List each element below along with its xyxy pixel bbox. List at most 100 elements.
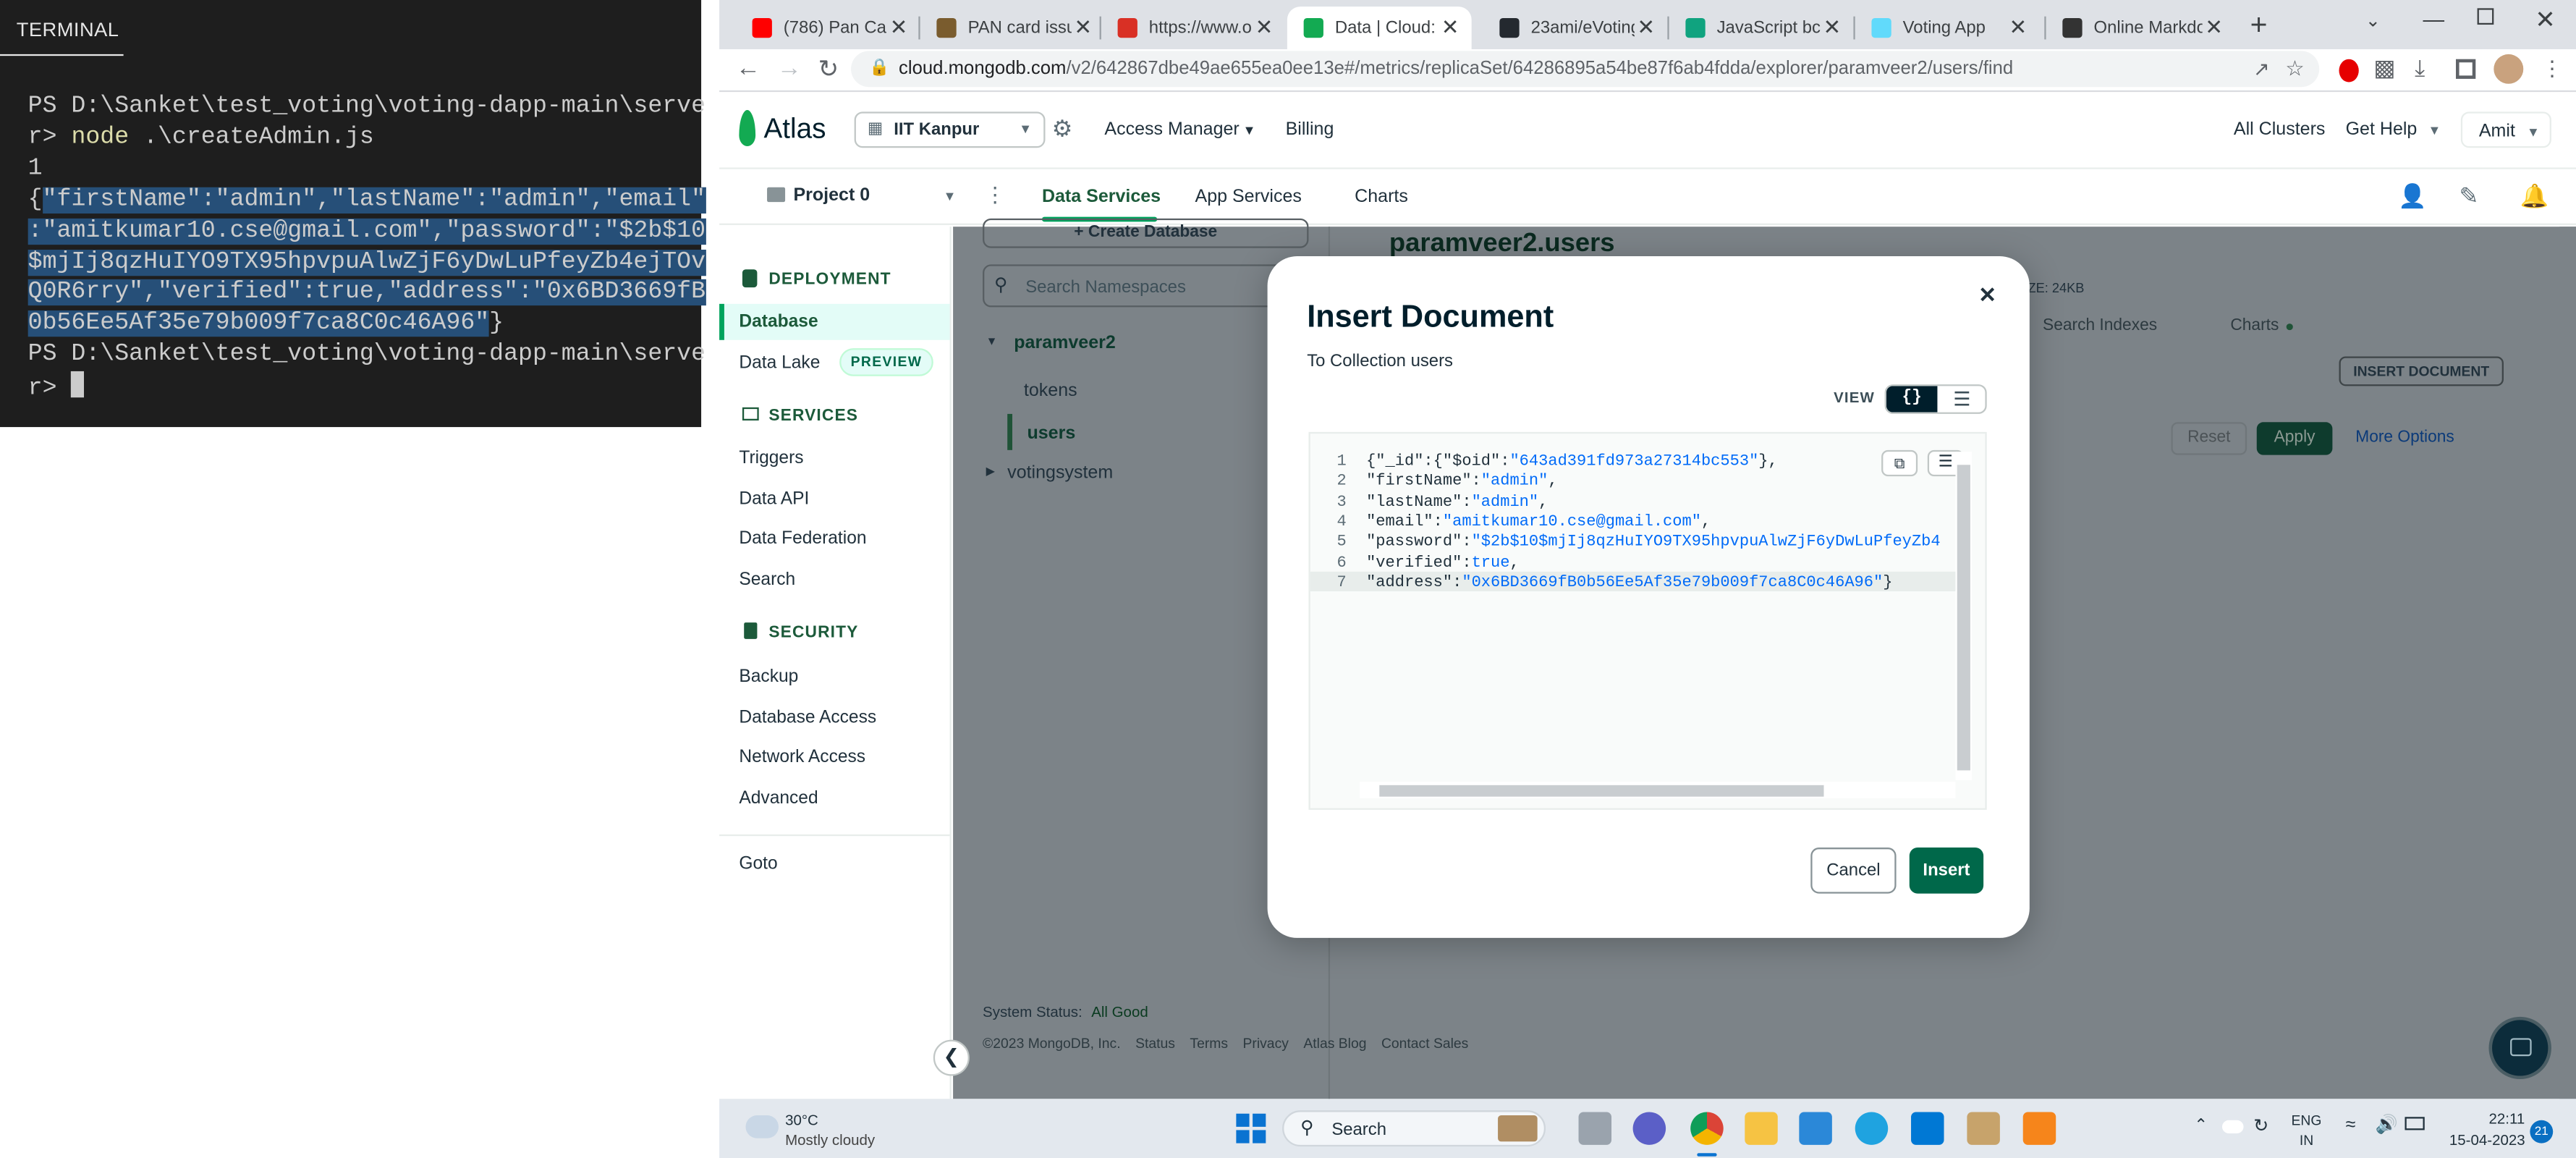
sidebar-item-advanced[interactable]: Advanced [739,788,818,808]
browser-tab[interactable]: PAN card issuar✕ [920,7,1105,49]
get-help-menu[interactable]: Get Help [2346,120,2418,140]
json-view-button[interactable]: {} [1886,386,1938,413]
modal-close-icon[interactable]: ✕ [1978,282,1996,308]
tab-close-icon[interactable]: ✕ [1253,14,1276,41]
browser-tab[interactable]: (786) Pan Card f✕ [736,7,920,49]
lang-eng[interactable]: ENG [2292,1112,2322,1128]
tab-collection-charts[interactable]: Charts [2230,317,2279,335]
footer-status-link[interactable]: Status [1135,1035,1175,1052]
page-scrollbar[interactable] [2559,227,2576,1099]
db-name-paramveer2[interactable]: paramveer2 [1014,334,1116,353]
votingsystem-caret-icon[interactable]: ▶ [986,465,995,478]
browser-tab[interactable]: https://www.onl✕ [1101,7,1286,49]
json-editor[interactable]: 1 {"_id":{"$oid":"643ad391fd973a27314bc55… [1308,431,1987,810]
collection-tokens[interactable]: tokens [1024,381,1077,401]
forward-arrow-icon[interactable]: → [777,54,802,83]
chrome-taskbar-icon[interactable] [1690,1112,1724,1145]
db-expand-caret-icon[interactable]: ▼ [986,337,998,348]
vscode-icon[interactable] [1911,1112,1944,1145]
package-app-icon[interactable] [1967,1112,2000,1145]
network-share-icon[interactable]: ↻ [2253,1115,2268,1136]
notification-count-badge[interactable]: 21 [2530,1120,2554,1144]
search-namespaces-input[interactable]: ⚲ Search Namespaces [983,264,1309,308]
tray-overflow-chevron-icon[interactable]: ⌃ [2194,1117,2208,1135]
back-arrow-icon[interactable]: ← [736,54,760,83]
tab-search-indexes[interactable]: Search Indexes [2043,317,2157,335]
weather-temp[interactable]: 30°C [785,1112,818,1128]
tab-close-icon[interactable]: ✕ [2007,14,2030,41]
tab-data-services[interactable]: Data Services [1042,187,1161,207]
sidebar-item-network-access[interactable]: Network Access [739,748,865,767]
billing-link[interactable]: Billing [1286,120,1334,140]
browser-tab[interactable]: Voting App ✕ [1855,7,2040,49]
windows-start-icon[interactable] [1236,1113,1266,1144]
tab-close-icon[interactable]: ✕ [1439,14,1462,41]
url-field[interactable]: 🔒 cloud.mongodb.com/v2/642867dbe49ae655e… [851,51,2320,88]
sidebar-item-backup[interactable]: Backup [739,667,798,686]
tab-app-services[interactable]: App Services [1195,187,1302,207]
sidebar-item-database-access[interactable]: Database Access [739,708,876,727]
tab-charts[interactable]: Charts [1355,187,1408,207]
volume-icon[interactable]: 🔊 [2376,1114,2398,1135]
chat-support-button[interactable] [2488,1016,2551,1080]
notification-bell-icon[interactable]: 🔔 [2520,182,2549,211]
editor-vertical-scrollbar[interactable] [1955,452,1973,781]
all-clusters-link[interactable]: All Clusters [2234,120,2326,140]
sidebar-item-data-lake[interactable]: Data Lake [739,353,820,373]
teams-chat-icon[interactable] [1632,1112,1666,1145]
new-tab-button[interactable]: + [2250,8,2268,43]
browser-tab[interactable]: Data | Cloud: M✕ [1287,7,1472,50]
activity-feed-icon[interactable]: ✎ [2460,182,2479,211]
sidebar-item-triggers[interactable]: Triggers [739,449,803,468]
minimize-button[interactable]: — [2423,7,2445,31]
footer-atlas-blog-link[interactable]: Atlas Blog [1303,1035,1366,1052]
restore-button[interactable] [2477,8,2494,25]
terminal-panel[interactable]: TERMINAL PS D:\Sanket\test_voting\voting… [0,0,706,428]
terminal-output[interactable]: PS D:\Sanket\test_voting\voting-dapp-mai… [27,92,706,406]
chrome-menu-icon[interactable]: ⋮ [2541,56,2563,82]
tab-close-icon[interactable]: ✕ [2203,14,2226,41]
browser-tab[interactable]: JavaScript bcryp✕ [1669,7,1854,49]
wifi-icon[interactable]: ≈ [2346,1115,2356,1135]
collection-users[interactable]: users [1027,424,1075,444]
project-options-icon[interactable]: ⋮ [984,182,1006,208]
system-status-value[interactable]: All Good [1091,1004,1148,1020]
project-selector[interactable]: Project 0 [793,185,870,205]
sidebar-item-data-federation[interactable]: Data Federation [739,529,866,549]
db-name-votingsystem[interactable]: votingsystem [1007,463,1113,483]
footer-contact-sales-link[interactable]: Contact Sales [1381,1035,1468,1052]
share-icon[interactable]: ↗ [2253,51,2270,87]
sidebar-item-database[interactable]: Database [719,303,950,340]
clock-time[interactable]: 22:11 [2488,1110,2525,1127]
list-view-button[interactable]: ☰ [1937,386,1985,412]
user-menu[interactable]: Amit ▼ [2460,111,2551,148]
lang-in[interactable]: IN [2300,1132,2313,1149]
tab-close-icon[interactable]: ✕ [1821,14,1844,41]
close-window-button[interactable]: ✕ [2535,5,2556,35]
browser-tab[interactable]: Online Markdov✕ [2046,7,2236,49]
vertical-scroll-thumb[interactable] [1957,465,1970,771]
reset-button[interactable]: Reset [2171,422,2247,455]
insert-document-button[interactable]: INSERT DOCUMENT [2339,356,2504,386]
copy-icon[interactable]: ⧉ [1881,449,1918,477]
sidebar-item-search[interactable]: Search [739,570,795,590]
tab-search-chevron-icon[interactable]: ⌄ [2365,10,2381,32]
file-explorer-icon[interactable] [1745,1112,1778,1145]
sidebar-item-goto[interactable]: Goto [739,854,777,874]
footer-terms-link[interactable]: Terms [1190,1035,1228,1052]
store-icon[interactable] [1799,1112,1832,1145]
tab-close-icon[interactable]: ✕ [1072,14,1095,41]
task-view-icon[interactable] [1578,1112,1612,1145]
download-icon[interactable]: ⤓ [2415,54,2425,83]
access-manager-menu[interactable]: Access Manager [1104,120,1239,140]
collapse-sidebar-button[interactable]: ❮ [933,1039,970,1076]
org-settings-gear-icon[interactable]: ⚙ [1052,117,1073,140]
org-selector[interactable]: ▦ IIT Kanpur ▼ [854,111,1046,148]
cancel-button[interactable]: Cancel [1810,848,1897,894]
taskbar-search-box[interactable]: ⚲ Search [1282,1110,1546,1147]
horizontal-scroll-thumb[interactable] [1379,785,1824,797]
bookmark-star-icon[interactable]: ☆ [2285,51,2305,87]
profile-avatar[interactable] [2494,54,2524,84]
clock-date[interactable]: 15-04-2023 [2449,1132,2525,1149]
edge-icon[interactable] [1855,1112,1889,1145]
